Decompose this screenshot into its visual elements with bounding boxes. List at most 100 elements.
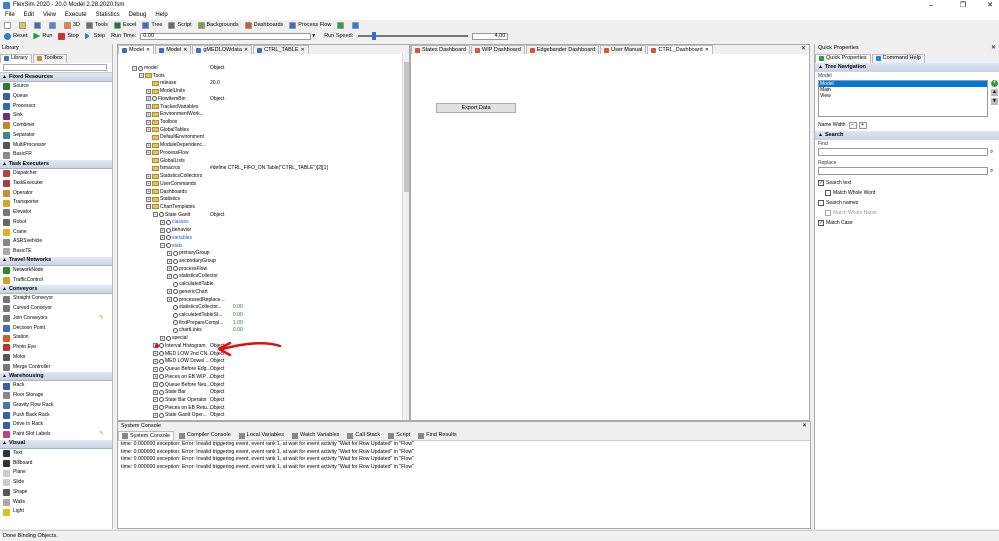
console-tab-script[interactable]: Script	[385, 431, 413, 440]
toolbar-excel-button[interactable]: Excel	[113, 21, 136, 29]
dashboard-tab-wip-dashboard[interactable]: WIP Dashboard	[471, 45, 525, 54]
expand-icon[interactable]: +	[146, 173, 151, 179]
console-tab-system-console[interactable]: System Console	[118, 431, 175, 440]
stop-button[interactable]: Stop	[58, 32, 79, 40]
name-width-decrease-button[interactable]: −	[848, 121, 857, 129]
tab-command-help[interactable]: Command Help	[871, 53, 925, 63]
search-option-search-names[interactable]: Search names	[815, 198, 999, 208]
library-item-crane[interactable]: Crane	[0, 228, 112, 238]
library-item-push-back-rack[interactable]: Push Back Rack	[0, 411, 112, 421]
library-item-networknode[interactable]: NetworkNode	[0, 266, 112, 276]
expand-icon[interactable]: +	[153, 397, 158, 403]
tree-navigation-section[interactable]: ▲ Tree Navigation	[815, 63, 999, 72]
library-item-multiprocessor[interactable]: MultiProcessor	[0, 141, 112, 151]
tree-nav-item[interactable]: View	[819, 93, 987, 99]
tab-toolbox[interactable]: Toolbox	[32, 53, 67, 63]
menu-edit[interactable]: Edit	[24, 11, 34, 20]
expand-icon[interactable]: +	[153, 351, 158, 357]
menu-view[interactable]: View	[43, 11, 56, 20]
checkbox[interactable]	[818, 200, 824, 206]
library-group-conveyors[interactable]: ▲ Conveyors	[0, 285, 112, 295]
library-item-station[interactable]: Station	[0, 333, 112, 343]
run-time-dropdown-icon[interactable]: ▼	[311, 33, 316, 40]
library-group-travel-networks[interactable]: ▲ Travel Networks	[0, 256, 112, 266]
library-item-plane[interactable]: Plane	[0, 468, 112, 478]
library-item-elevator[interactable]: Elevator	[0, 208, 112, 218]
expand-icon[interactable]: +	[146, 104, 151, 110]
library-item-decision-point[interactable]: Decision Point	[0, 324, 112, 334]
replace-icon[interactable]: ⌕	[990, 168, 993, 175]
library-item-straight-conveyor[interactable]: Straight Conveyor	[0, 294, 112, 304]
console-tab-find-results[interactable]: Find Results	[415, 431, 460, 440]
toolbar-dashboards-button[interactable]: Dashboards	[244, 21, 283, 29]
expand-icon[interactable]: +	[153, 405, 158, 411]
tree-tab-ctrl-table[interactable]: CTRL_TABLE ✕	[253, 45, 309, 54]
console-tab-local-variables[interactable]: Local Variables	[236, 431, 287, 440]
run-button[interactable]: Run	[33, 32, 52, 40]
expand-icon[interactable]: +	[146, 196, 151, 202]
menu-execute[interactable]: Execute	[65, 11, 87, 20]
expand-icon[interactable]: +	[146, 142, 151, 148]
find-search-icon[interactable]: ⌕	[990, 149, 993, 156]
toolbar-help-button[interactable]	[352, 21, 361, 29]
checkbox[interactable]: ✓	[818, 220, 824, 226]
collapse-icon[interactable]: −	[139, 73, 144, 79]
toolbar-connect-button[interactable]	[49, 21, 58, 29]
expand-icon[interactable]: +	[146, 119, 151, 125]
library-item-processor[interactable]: Processor	[0, 102, 112, 112]
expand-icon[interactable]: +	[146, 181, 151, 187]
collapse-icon[interactable]: −	[153, 212, 158, 218]
console-tab-compiler-console[interactable]: Compiler Console	[176, 431, 234, 440]
tree-tab-model[interactable]: Model ✕	[118, 45, 155, 54]
library-item-combiner[interactable]: Combiner	[0, 121, 112, 131]
expand-icon[interactable]: +	[153, 389, 158, 395]
tree-scrollbar[interactable]	[402, 54, 409, 420]
library-group-warehousing[interactable]: ▲ Warehousing	[0, 372, 112, 382]
move-up-icon[interactable]: ▲	[991, 89, 998, 96]
dashboard-tab-edgebander-dashboard[interactable]: Edgebander Dashboard	[525, 45, 600, 54]
library-item-join-conveyors[interactable]: Join Conveyors ✎	[0, 314, 112, 324]
run-speed-value[interactable]: 4.00	[472, 32, 509, 40]
expand-icon[interactable]: +	[167, 289, 172, 295]
expand-icon[interactable]: +	[146, 96, 151, 102]
library-item-operator[interactable]: Operator	[0, 189, 112, 199]
tree-tab-model[interactable]: Model ✕	[155, 45, 192, 54]
expand-icon[interactable]: +	[153, 358, 158, 364]
dashboard-tab-user-manual[interactable]: User Manual	[600, 45, 647, 54]
library-item-billboard[interactable]: Billboard	[0, 459, 112, 469]
library-item-slide[interactable]: Slide	[0, 478, 112, 488]
toolbar-process-flow-button[interactable]: Process Flow	[289, 21, 331, 29]
search-option-match-case[interactable]: ✓ Match Case	[815, 218, 999, 228]
collapse-icon[interactable]: −	[132, 65, 137, 71]
toolbar-save-button[interactable]	[34, 21, 43, 29]
tree-node[interactable]: + State Gantt Oper...	[153, 411, 207, 419]
search-option-match-whole-word[interactable]: Match Whole Word	[815, 188, 999, 198]
library-item-separator[interactable]: Separator	[0, 131, 112, 141]
library-item-walls[interactable]: Walls	[0, 498, 112, 508]
run-time-input[interactable]: 0.00	[140, 32, 312, 40]
run-speed-slider[interactable]	[358, 32, 469, 40]
toolbar-backgrounds-button[interactable]: Backgrounds	[197, 21, 239, 29]
library-item-floor-storage[interactable]: Floor Storage	[0, 391, 112, 401]
library-item-asrsvehicle[interactable]: ASRSvehicle	[0, 237, 112, 247]
reset-button[interactable]: Reset	[4, 32, 27, 40]
library-item-dispatcher[interactable]: Dispatcher	[0, 169, 112, 179]
checkbox[interactable]: ✓	[818, 180, 824, 186]
tab-library[interactable]: Library	[0, 53, 32, 63]
expand-icon[interactable]: +	[146, 88, 151, 94]
dashboard-tab-states-dashboard[interactable]: States Dashboard	[411, 45, 471, 54]
quick-properties-close-icon[interactable]: ✕	[991, 45, 996, 52]
library-item-robot[interactable]: Robot	[0, 218, 112, 228]
expand-icon[interactable]: +	[167, 266, 172, 272]
console-close-icon[interactable]: ✕	[802, 423, 807, 430]
search-option-search-text[interactable]: ✓ Search text	[815, 178, 999, 188]
library-item-shape[interactable]: Shape	[0, 488, 112, 498]
menu-statistics[interactable]: Statistics	[96, 11, 120, 20]
dashboard-tab-ctrl-dashboard[interactable]: CTRL_Dashboard ✕	[647, 45, 713, 54]
tree-tab-gmedlowdata[interactable]: gMEDLOWdata ✕	[192, 45, 253, 54]
maximize-button[interactable]: ❐	[958, 1, 968, 10]
export-data-button[interactable]: Export Data	[436, 103, 516, 113]
toolbar-tree-button[interactable]: Tree	[142, 21, 162, 29]
checkbox[interactable]	[825, 190, 831, 196]
edit-pencil-icon[interactable]: ✎	[99, 430, 104, 440]
